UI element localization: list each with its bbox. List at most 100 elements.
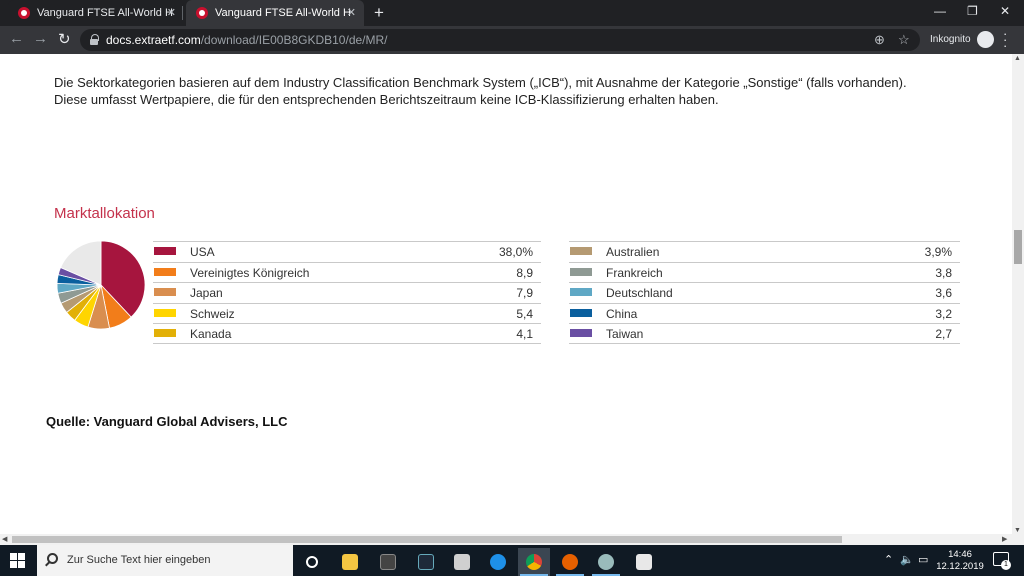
restore-button[interactable]: ❐ — [967, 4, 978, 18]
legend-value: 2,7 — [935, 327, 952, 341]
legend-row: USA 38,0% — [153, 241, 541, 262]
legend-country-label: Vereinigtes Königreich — [190, 265, 310, 280]
new-tab-button[interactable]: + — [374, 3, 384, 23]
taskbar-clock[interactable]: 14:46 12.12.2019 — [936, 549, 984, 573]
legend-country-label: China — [606, 306, 638, 321]
menu-kebab-icon[interactable]: · · · — [1003, 27, 1007, 52]
legend-swatch — [154, 308, 176, 317]
horizontal-scroll-thumb[interactable] — [12, 536, 842, 543]
windows-start-icon[interactable] — [10, 553, 25, 568]
url-text: docs.extraetf.com/download/IE00B8GKDB10/… — [106, 33, 388, 47]
document-app-icon[interactable] — [628, 548, 660, 576]
terminal-icon[interactable] — [410, 548, 442, 576]
clock-date: 12.12.2019 — [936, 561, 984, 572]
app-generic-icon[interactable] — [372, 548, 404, 576]
calculator-icon[interactable] — [446, 548, 478, 576]
legend-swatch — [154, 247, 176, 255]
tab-title: Vanguard FTSE All-World High D... — [37, 7, 173, 19]
chrome-icon[interactable] — [518, 548, 550, 576]
notification-count: 1 — [1001, 560, 1011, 570]
close-tab-icon[interactable]: ✕ — [167, 6, 176, 19]
legend-swatch — [154, 288, 176, 296]
tab-strip: Vanguard FTSE All-World High D... ✕ Vang… — [0, 0, 1024, 26]
intro-line-2: Diese umfasst Wertpapiere, die für den e… — [54, 92, 719, 107]
legend-swatch — [570, 247, 592, 255]
scroll-up-icon[interactable]: ▲ — [1014, 55, 1021, 62]
legend-country-label: Japan — [190, 286, 223, 300]
windows-taskbar: Zur Suche Text hier eingeben ⌃ 🔈 ▭ 14:46… — [0, 545, 1024, 576]
show-hidden-icons-icon[interactable]: ⌃ — [884, 553, 893, 566]
legend-left: USA 38,0% Vereinigtes Königreich 8,9 Japan 7,… — [153, 241, 541, 344]
incognito-label: Inkognito — [930, 34, 971, 45]
legend-swatch — [570, 329, 592, 337]
legend-row: Taiwan 2,7 — [569, 323, 960, 344]
legend-row: Kanada 4,1 — [153, 323, 541, 344]
close-tab-icon[interactable]: ✕ — [347, 6, 356, 19]
legend-swatch — [570, 288, 592, 296]
intro-paragraph: Die Sektorkategorien basieren auf dem In… — [54, 74, 994, 108]
taskbar-search-box[interactable]: Zur Suche Text hier eingeben — [37, 545, 293, 576]
legend-swatch — [154, 267, 176, 276]
vanguard-favicon-icon — [18, 7, 30, 19]
legend-row: Vereinigtes Königreich 8,9 — [153, 261, 541, 283]
volume-icon[interactable]: 🔈 — [900, 553, 914, 566]
legend-value: 8,9 — [516, 265, 533, 280]
legend-right: Australien 3,9% Frankreich 3,8 Deutschland 3,… — [569, 241, 960, 344]
minimize-button[interactable]: — — [934, 4, 946, 18]
browser-tab-1[interactable]: Vanguard FTSE All-World High D... ✕ — [8, 0, 184, 26]
incognito-avatar-icon[interactable] — [977, 31, 994, 48]
vertical-scroll-thumb[interactable] — [1014, 230, 1022, 264]
legend-value: 5,4 — [516, 306, 533, 321]
legend-row: Japan 7,9 — [153, 282, 541, 303]
legend-value: 4,1 — [516, 327, 533, 341]
lock-icon — [90, 34, 99, 45]
browser-toolbar: ← → ↻ docs.extraetf.com/download/IE00B8G… — [0, 26, 1024, 54]
forward-arrow-icon[interactable]: → — [33, 30, 48, 47]
scroll-down-icon[interactable]: ▼ — [1014, 527, 1021, 534]
task-view-icon[interactable] — [296, 548, 328, 576]
legend-swatch — [570, 308, 592, 317]
search-placeholder: Zur Suche Text hier eingeben — [67, 554, 211, 566]
intro-line-1: Die Sektorkategorien basieren auf dem In… — [54, 75, 907, 90]
address-bar[interactable]: docs.extraetf.com/download/IE00B8GKDB10/… — [80, 29, 920, 51]
vertical-scrollbar[interactable]: ▲ ▼ — [1012, 54, 1024, 545]
bookmark-star-icon[interactable]: ☆ — [898, 32, 910, 48]
scroll-right-icon[interactable]: ▶ — [1002, 535, 1007, 543]
search-icon — [47, 553, 58, 564]
legend-country-label: Schweiz — [190, 306, 235, 321]
legend-country-label: Australien — [606, 245, 660, 259]
legend-row: Schweiz 5,4 — [153, 302, 541, 324]
reload-icon[interactable]: ↻ — [58, 30, 71, 48]
file-explorer-icon[interactable] — [334, 548, 366, 576]
horizontal-scrollbar[interactable]: ◀ ▶ — [0, 534, 1012, 545]
vanguard-favicon-icon — [196, 7, 208, 19]
legend-country-label: Deutschland — [606, 286, 673, 300]
legend-row: Deutschland 3,6 — [569, 282, 960, 303]
zoom-icon[interactable]: ⊕ — [874, 32, 885, 48]
legend-value: 3,2 — [935, 306, 952, 321]
legend-country-label: Kanada — [190, 327, 232, 341]
close-window-button[interactable]: ✕ — [1000, 4, 1010, 18]
legend-row: Frankreich 3,8 — [569, 261, 960, 283]
market-allocation-pie-chart — [56, 240, 146, 330]
legend-value: 38,0% — [498, 245, 533, 259]
source-note: Quelle: Vanguard Global Advisers, LLC — [46, 414, 288, 429]
legend-swatch — [570, 267, 592, 276]
scroll-left-icon[interactable]: ◀ — [2, 535, 7, 543]
back-arrow-icon[interactable]: ← — [9, 30, 24, 47]
section-title: Marktallokation — [54, 205, 155, 222]
url-path: /download/IE00B8GKDB10/de/MR/ — [200, 33, 388, 47]
network-icon[interactable]: ▭ — [918, 553, 928, 566]
page-viewport: Die Sektorkategorien basieren auf dem In… — [0, 54, 1024, 545]
legend-row: China 3,2 — [569, 302, 960, 324]
url-host: docs.extraetf.com — [106, 33, 201, 47]
tab-divider — [182, 6, 183, 20]
app-misc-icon[interactable] — [590, 548, 622, 576]
legend-value: 3,6 — [935, 286, 952, 300]
legend-country-label: USA — [190, 245, 215, 259]
legend-value: 7,9 — [516, 286, 533, 300]
browser-tab-2[interactable]: Vanguard FTSE All-World High D... ✕ — [186, 0, 364, 26]
firefox-icon[interactable] — [554, 548, 586, 576]
legend-country-label: Frankreich — [606, 265, 663, 280]
mail-app-icon[interactable] — [482, 548, 514, 576]
